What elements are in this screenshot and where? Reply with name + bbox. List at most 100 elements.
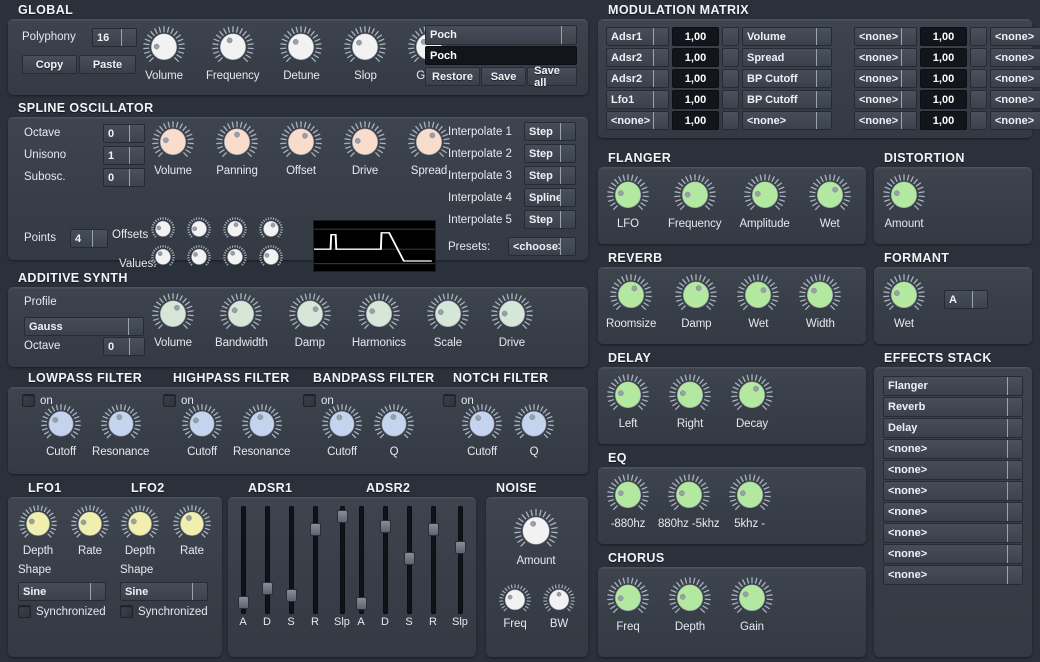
polyphony-field[interactable]: 16: [92, 28, 137, 47]
effects-stack-slot-5[interactable]: <none>: [883, 460, 1023, 480]
filter-1-1-knob[interactable]: [241, 403, 283, 445]
mod-dest-2-3[interactable]: <none>: [990, 69, 1040, 88]
adsr2-Slp-slider[interactable]: [454, 506, 466, 614]
mod-amount-stepper-1-3[interactable]: [722, 69, 739, 88]
flanger-0-knob[interactable]: [606, 173, 650, 217]
chorus-2-knob[interactable]: [730, 576, 774, 620]
mod-amount-2-5[interactable]: 1,00: [920, 111, 967, 130]
spline-value-3-knob[interactable]: [258, 244, 284, 270]
mod-source-2-4[interactable]: <none>: [854, 90, 917, 109]
spline-4-knob[interactable]: [407, 120, 451, 164]
reverb-1-knob[interactable]: [674, 273, 718, 317]
mod-amount-stepper-1-1[interactable]: [722, 27, 739, 46]
filter-0-0-knob[interactable]: [40, 403, 82, 445]
spline-offset-0-knob[interactable]: [150, 216, 176, 242]
interpolate-arrow-1[interactable]: [560, 123, 575, 140]
copy-button[interactable]: Copy: [22, 55, 77, 74]
mod-source-1-1[interactable]: Adsr1: [606, 27, 669, 46]
spline-octave-field[interactable]: 0: [103, 124, 145, 143]
effects-stack-arrow-2[interactable]: [1007, 398, 1022, 416]
mod-amount-2-3[interactable]: 1,00: [920, 69, 967, 88]
mod-dest-2-4[interactable]: <none>: [990, 90, 1040, 109]
mod-dest-2-1[interactable]: <none>: [990, 27, 1040, 46]
noise-amount-knob[interactable]: [513, 508, 559, 554]
additive-1-knob[interactable]: [219, 292, 263, 336]
filter-0-1-knob[interactable]: [100, 403, 142, 445]
adsr1-D-slider[interactable]: [262, 506, 273, 614]
mod-source-2-3[interactable]: <none>: [854, 69, 917, 88]
spline-presets-dropdown[interactable]: <choose>: [508, 237, 576, 256]
spline-unisono-stepper[interactable]: [129, 147, 144, 164]
adsr1-Slp-handle[interactable]: [336, 509, 348, 523]
spline-offset-2-knob[interactable]: [222, 216, 248, 242]
formant-0-knob[interactable]: [882, 273, 926, 317]
eq-0-knob[interactable]: [606, 473, 650, 517]
filter-2-0-knob[interactable]: [321, 403, 363, 445]
points-field[interactable]: 4: [70, 229, 108, 248]
mod-source-1-4[interactable]: Lfo1: [606, 90, 669, 109]
adsr1-R-handle[interactable]: [310, 523, 321, 537]
spline-subosc-field[interactable]: 0: [103, 168, 145, 187]
effects-stack-slot-3[interactable]: Delay: [883, 418, 1023, 438]
preset-dropdown-arrow[interactable]: [561, 26, 576, 44]
mod-source-arrow-1-5[interactable]: [653, 112, 668, 129]
additive-octave-stepper[interactable]: [129, 338, 144, 355]
mod-source-arrow-2-3[interactable]: [901, 70, 916, 87]
mod-amount-stepper-2-5[interactable]: [970, 111, 987, 130]
adsr2-R-handle[interactable]: [428, 523, 439, 537]
effects-stack-arrow-6[interactable]: [1007, 482, 1022, 500]
additive-2-knob[interactable]: [288, 292, 332, 336]
effects-stack-arrow-4[interactable]: [1007, 440, 1022, 458]
spline-waveform-display[interactable]: [313, 220, 436, 272]
lfo1-0-knob[interactable]: [18, 504, 58, 544]
reverb-3-knob[interactable]: [798, 273, 842, 317]
reverb-2-knob[interactable]: [736, 273, 780, 317]
delay-2-knob[interactable]: [730, 373, 774, 417]
mod-dest-2-5[interactable]: <none>: [990, 111, 1040, 130]
spline-0-knob[interactable]: [151, 120, 195, 164]
noise-freq-knob[interactable]: [498, 583, 532, 617]
flanger-3-knob[interactable]: [808, 173, 852, 217]
adsr2-R-slider[interactable]: [428, 506, 439, 614]
mod-source-arrow-2-5[interactable]: [901, 112, 916, 129]
mod-source-1-2[interactable]: Adsr2: [606, 48, 669, 67]
adsr1-D-handle[interactable]: [262, 582, 273, 595]
adsr1-A-handle[interactable]: [238, 596, 249, 610]
mod-source-1-5[interactable]: <none>: [606, 111, 669, 130]
mod-dest-1-2[interactable]: Spread: [742, 48, 832, 67]
interpolate-dropdown-1[interactable]: Step: [524, 122, 576, 141]
mod-amount-2-2[interactable]: 1,00: [920, 48, 967, 67]
polyphony-stepper[interactable]: [121, 29, 136, 46]
global-2-knob[interactable]: [279, 25, 323, 69]
mod-source-arrow-2-4[interactable]: [901, 91, 916, 108]
lfo1-sync-checkbox[interactable]: [18, 605, 31, 618]
mod-dest-arrow-1-3[interactable]: [816, 70, 831, 87]
mod-amount-stepper-2-3[interactable]: [970, 69, 987, 88]
mod-dest-arrow-1-2[interactable]: [816, 49, 831, 66]
points-stepper[interactable]: [92, 230, 107, 247]
spline-presets-arrow[interactable]: [560, 238, 575, 255]
adsr1-Slp-slider[interactable]: [336, 506, 348, 614]
additive-3-knob[interactable]: [357, 292, 401, 336]
mod-amount-1-2[interactable]: 1,00: [672, 48, 719, 67]
global-1-knob[interactable]: [211, 25, 255, 69]
effects-stack-slot-1[interactable]: Flanger: [883, 376, 1023, 396]
spline-subosc-stepper[interactable]: [129, 169, 144, 186]
effects-stack-arrow-5[interactable]: [1007, 461, 1022, 479]
filter-0-on-checkbox[interactable]: [22, 394, 35, 407]
effects-stack-arrow-7[interactable]: [1007, 503, 1022, 521]
save-button[interactable]: Save: [480, 67, 527, 86]
spline-offset-3-knob[interactable]: [258, 216, 284, 242]
effects-stack-slot-10[interactable]: <none>: [883, 565, 1023, 585]
spline-2-knob[interactable]: [279, 120, 323, 164]
mod-amount-1-1[interactable]: 1,00: [672, 27, 719, 46]
spline-value-2-knob[interactable]: [222, 244, 248, 270]
mod-amount-stepper-1-5[interactable]: [722, 111, 739, 130]
flanger-2-knob[interactable]: [743, 173, 787, 217]
effects-stack-arrow-8[interactable]: [1007, 524, 1022, 542]
mod-dest-1-4[interactable]: BP Cutoff: [742, 90, 832, 109]
effects-stack-arrow-1[interactable]: [1007, 377, 1022, 395]
spline-value-1-knob[interactable]: [186, 244, 212, 270]
mod-source-2-5[interactable]: <none>: [854, 111, 917, 130]
additive-0-knob[interactable]: [151, 292, 195, 336]
